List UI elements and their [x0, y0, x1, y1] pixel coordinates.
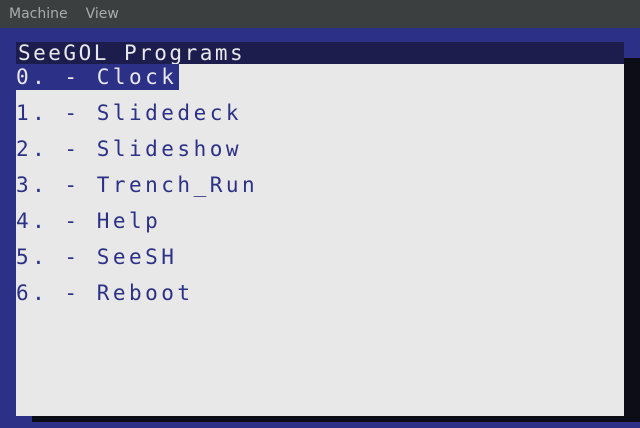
menu-view[interactable]: View — [86, 6, 119, 22]
menu-bar: Machine View — [0, 0, 640, 28]
program-item-label: 2. - Slideshow — [16, 137, 243, 161]
program-item-seesh[interactable]: 5. - SeeSH — [16, 244, 260, 280]
menu-machine[interactable]: Machine — [9, 6, 68, 22]
emulator-screen: SeeGOL Programs 0. - Clock 1. - Slidedec… — [0, 28, 640, 428]
program-item-reboot[interactable]: 6. - Reboot — [16, 280, 260, 316]
program-item-label: 4. - Help — [16, 209, 162, 233]
program-item-label: 1. - Slidedeck — [16, 101, 243, 125]
program-item-slidedeck[interactable]: 1. - Slidedeck — [16, 100, 260, 136]
program-item-help[interactable]: 4. - Help — [16, 208, 260, 244]
program-item-slideshow[interactable]: 2. - Slideshow — [16, 136, 260, 172]
program-item-label: 6. - Reboot — [16, 281, 194, 305]
program-item-label: 5. - SeeSH — [16, 245, 178, 269]
program-item-clock[interactable]: 0. - Clock — [16, 64, 260, 100]
program-list: 0. - Clock 1. - Slidedeck 2. - Slideshow… — [16, 64, 260, 316]
window-title: SeeGOL Programs — [16, 42, 624, 64]
program-item-trench-run[interactable]: 3. - Trench_Run — [16, 172, 260, 208]
program-item-label: 0. - Clock — [16, 64, 180, 90]
program-menu-window: SeeGOL Programs 0. - Clock 1. - Slidedec… — [16, 42, 624, 416]
program-item-label: 3. - Trench_Run — [16, 173, 259, 197]
